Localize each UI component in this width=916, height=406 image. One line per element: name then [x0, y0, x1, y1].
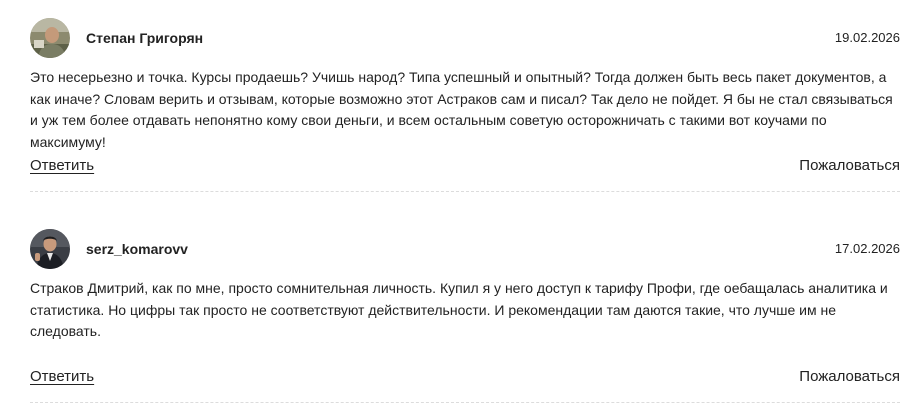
- comments-list: Степан Григорян 19.02.2026 Это несерьезн…: [0, 0, 916, 406]
- reply-button[interactable]: Ответить: [30, 368, 94, 386]
- comment-actions: Ответить Пожаловаться: [30, 368, 900, 388]
- comment-divider: [30, 191, 900, 192]
- avatar: [30, 18, 70, 58]
- avatar: [30, 229, 70, 269]
- comment-author: Степан Григорян: [86, 30, 204, 46]
- report-button[interactable]: Пожаловаться: [799, 368, 900, 386]
- comment-actions: Ответить Пожаловаться: [30, 157, 900, 177]
- comment-text: Это несерьезно и точка. Курсы продаешь? …: [30, 69, 893, 150]
- comment-header: serz_komarovv 17.02.2026: [30, 229, 900, 269]
- reply-button[interactable]: Ответить: [30, 157, 94, 175]
- comment-item: Степан Григорян 19.02.2026 Это несерьезн…: [30, 18, 900, 192]
- comment-date: 19.02.2026: [834, 30, 900, 45]
- comment-text: Страков Дмитрий, как по мне, просто сомн…: [30, 280, 888, 339]
- comment-header: Степан Григорян 19.02.2026: [30, 18, 900, 58]
- comment-divider: [30, 402, 900, 403]
- comment-author: serz_komarovv: [86, 241, 188, 257]
- comment-item: serz_komarovv 17.02.2026 Страков Дмитрий…: [30, 229, 900, 403]
- comment-date: 17.02.2026: [834, 241, 900, 256]
- report-button[interactable]: Пожаловаться: [799, 157, 900, 175]
